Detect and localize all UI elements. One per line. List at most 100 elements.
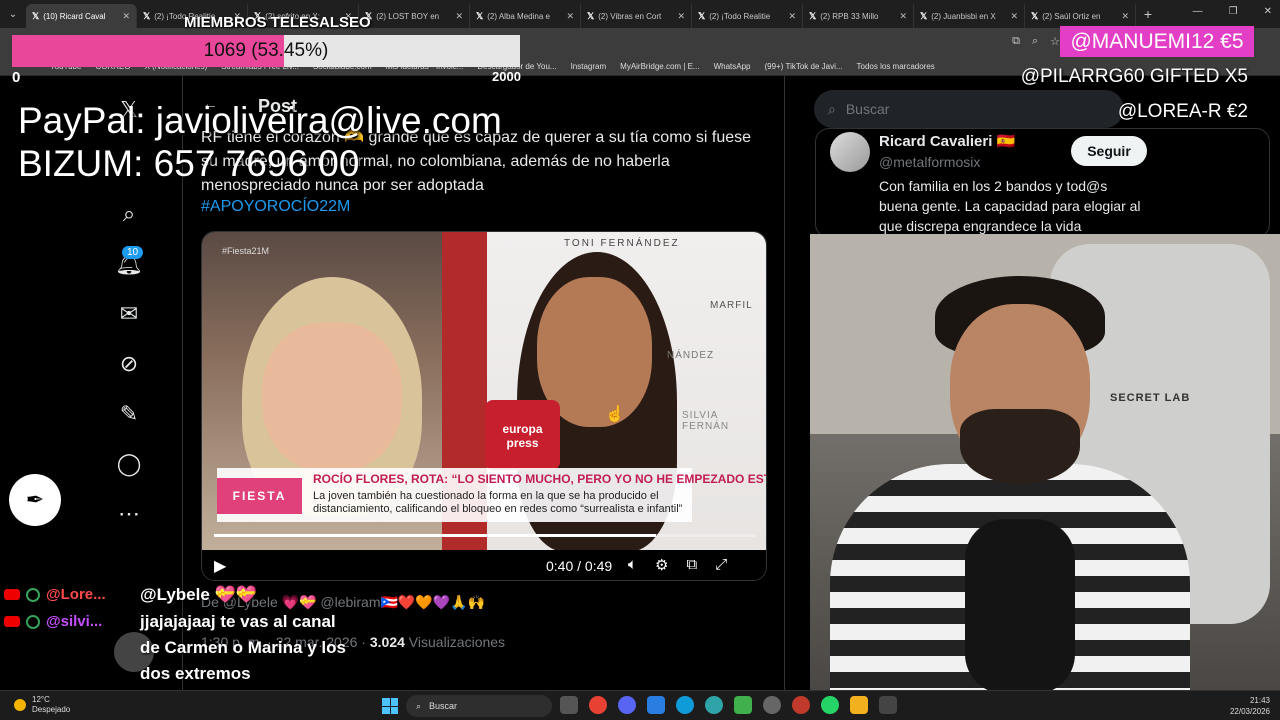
new-tab-button[interactable]: +	[1136, 6, 1160, 22]
lower-third-headline: ROCÍO FLORES, ROTA: “LO SIENTO MUCHO, PE…	[313, 472, 767, 486]
temperature: 12°C	[32, 695, 50, 704]
weather-widget[interactable]: 12°C Despejado	[14, 695, 70, 715]
green-app-icon[interactable]	[734, 696, 752, 714]
taskbar-search[interactable]: ⌕ Buscar	[406, 695, 552, 717]
donor-line: @PILARRG60 GIFTED X5	[1020, 66, 1248, 87]
play-icon[interactable]: ▶	[214, 556, 242, 576]
close-tab-icon[interactable]: ✕	[1010, 11, 1018, 22]
hashtag-link[interactable]: #APOYOROCÍO22M	[201, 198, 350, 216]
video-backdrop-brand: SILVIA FERNÁN	[682, 410, 730, 432]
chrome-icon[interactable]	[589, 696, 607, 714]
screen: ⌄ 𝕏 (10) Ricard Caval ✕ 𝕏 (2) ¡Todo Realitie…	[0, 0, 1280, 720]
lists-icon[interactable]: ✎	[115, 400, 143, 428]
more-icon[interactable]: ⋯	[115, 500, 143, 528]
tab-title: (2) Alba Medina e	[487, 11, 550, 21]
close-tab-icon[interactable]: ✕	[788, 11, 796, 22]
bookmark-item[interactable]: (99+) TikTok de Javi...	[765, 62, 843, 71]
close-tab-icon[interactable]: ✕	[677, 11, 685, 22]
clock-time: 21:43	[1249, 696, 1270, 705]
tab-title: (2) RPB 33 Millo	[820, 11, 879, 21]
settings-gear-icon[interactable]: ⚙	[655, 556, 668, 574]
app-icon[interactable]	[792, 696, 810, 714]
member-icon	[26, 587, 40, 602]
video-progress-bar[interactable]	[214, 534, 756, 537]
app-icon[interactable]	[879, 696, 897, 714]
weather-condition: Despejado	[32, 705, 71, 714]
x-favicon-icon: 𝕏	[32, 10, 40, 21]
profile-icon[interactable]: ◯	[115, 450, 143, 478]
video-control-icons: 🔈︎ ⚙ ⧉ ⤢	[628, 556, 727, 574]
browser-tab[interactable]: 𝕏 (2) Vibras en Cort ✕	[581, 4, 692, 28]
messages-icon[interactable]: ✉︎	[115, 300, 143, 328]
browser-tab[interactable]: 𝕏 (2) RPB 33 Millo ✕	[803, 4, 914, 28]
steam-icon[interactable]	[763, 696, 781, 714]
browser-tab[interactable]: 𝕏 (2) Alba Medina e ✕	[470, 4, 581, 28]
video-progress-fill	[214, 534, 657, 537]
discord-icon[interactable]	[618, 696, 636, 714]
tab-search-icon[interactable]: ⌄	[0, 0, 26, 28]
chat-message: @Lybele 💝💝	[140, 585, 257, 604]
minimize-icon[interactable]: —	[1193, 6, 1203, 17]
youtube-icon	[4, 589, 20, 600]
avatar[interactable]	[830, 132, 870, 172]
streamer-beard	[960, 409, 1080, 484]
close-tab-icon[interactable]: ✕	[566, 11, 574, 22]
suggested-user-name[interactable]: Ricard Cavalieri 🇪🇸	[879, 132, 1015, 150]
browser-tab[interactable]: 𝕏 (2) LOST BOY en ✕	[359, 4, 470, 28]
volume-icon[interactable]: 🔈︎	[628, 556, 637, 574]
chat-entry: @silvi...	[4, 613, 102, 630]
browser-tab[interactable]: 𝕏 (2) Saúl Ortiz en ✕	[1025, 4, 1136, 28]
close-tab-icon[interactable]: ✕	[899, 11, 907, 22]
edge-icon[interactable]	[676, 696, 694, 714]
close-tab-icon[interactable]: ✕	[122, 11, 130, 22]
browser-tab[interactable]: 𝕏 (2) Juanbisbi en X ✕	[914, 4, 1025, 28]
close-tab-icon[interactable]: ✕	[1121, 11, 1129, 22]
grok-icon[interactable]: ⊘	[115, 350, 143, 378]
browser-tab[interactable]: 𝕏 (10) Ricard Caval ✕	[26, 4, 137, 28]
microphone	[965, 519, 1075, 690]
compose-post-button[interactable]: ✒	[9, 474, 61, 526]
close-window-icon[interactable]: ✕	[1264, 6, 1272, 17]
chat-username: @silvi...	[46, 613, 103, 630]
microphone-label: europa press	[485, 400, 560, 470]
chat-username: @Lore...	[46, 586, 106, 603]
bookmark-item[interactable]: MyAirBridge.com | E...	[620, 62, 699, 71]
windows-start-icon[interactable]	[382, 698, 398, 714]
globe-icon[interactable]	[705, 696, 723, 714]
x-favicon-icon: 𝕏	[587, 10, 595, 21]
install-icon[interactable]: ⧉	[1012, 35, 1020, 48]
whatsapp-icon[interactable]	[821, 696, 839, 714]
column-divider	[784, 76, 785, 690]
window-controls: — ❐ ✕	[1193, 6, 1272, 17]
task-view-icon[interactable]	[560, 696, 578, 714]
system-clock[interactable]: 21:43 22/03/2026	[1230, 695, 1270, 717]
views-count: 3.024	[369, 634, 405, 650]
video-backdrop-brand: TONI FERNÁNDEZ	[564, 238, 680, 249]
members-goal-text: 1069 (53.45%)	[203, 40, 329, 61]
follow-button[interactable]: Seguir	[1071, 136, 1147, 166]
folder-icon[interactable]	[850, 696, 868, 714]
picture-in-picture-icon[interactable]: ⧉	[686, 556, 697, 574]
bookmark-star-icon[interactable]: ☆	[1050, 35, 1060, 48]
address-bar-icons: ⧉ ⌕ ☆	[1012, 35, 1060, 48]
fullscreen-icon[interactable]: ⤢	[715, 556, 727, 574]
bookmark-item[interactable]: Todos los marcadores	[857, 62, 935, 71]
windows-taskbar: 12°C Despejado ⌕ Buscar 21:43 22/03/2026	[0, 690, 1280, 720]
bookmark-item[interactable]: Instagram	[571, 62, 607, 71]
video-lower-third: FIESTA ROCÍO FLORES, ROTA: “LO SIENTO MU…	[217, 468, 766, 522]
show-badge: FIESTA	[217, 478, 302, 514]
zoom-icon[interactable]: ⌕	[1032, 35, 1038, 48]
close-tab-icon[interactable]: ✕	[455, 11, 463, 22]
bookmark-item[interactable]: WhatsApp	[714, 62, 751, 71]
restore-icon[interactable]: ❐	[1229, 6, 1238, 17]
tab-title: (10) Ricard Caval	[43, 11, 106, 21]
clock-date: 22/03/2026	[1229, 707, 1270, 716]
paypal-text: PayPal: javioliveira@live.com	[18, 100, 502, 141]
mail-icon[interactable]	[647, 696, 665, 714]
explore-icon[interactable]: ⌕	[115, 200, 143, 228]
browser-tab[interactable]: 𝕏 (2) ¡Todo Realitie ✕	[692, 4, 803, 28]
suggested-user-bio: Con familia en los 2 bandos y tod@s buen…	[879, 178, 1141, 234]
video-player[interactable]: TONI FERNÁNDEZ MARFIL NÁNDEZ SILVIA FERN…	[201, 231, 767, 581]
search-input[interactable]: ⌕ Buscar	[814, 90, 1124, 128]
video-person-left-face	[262, 322, 402, 472]
